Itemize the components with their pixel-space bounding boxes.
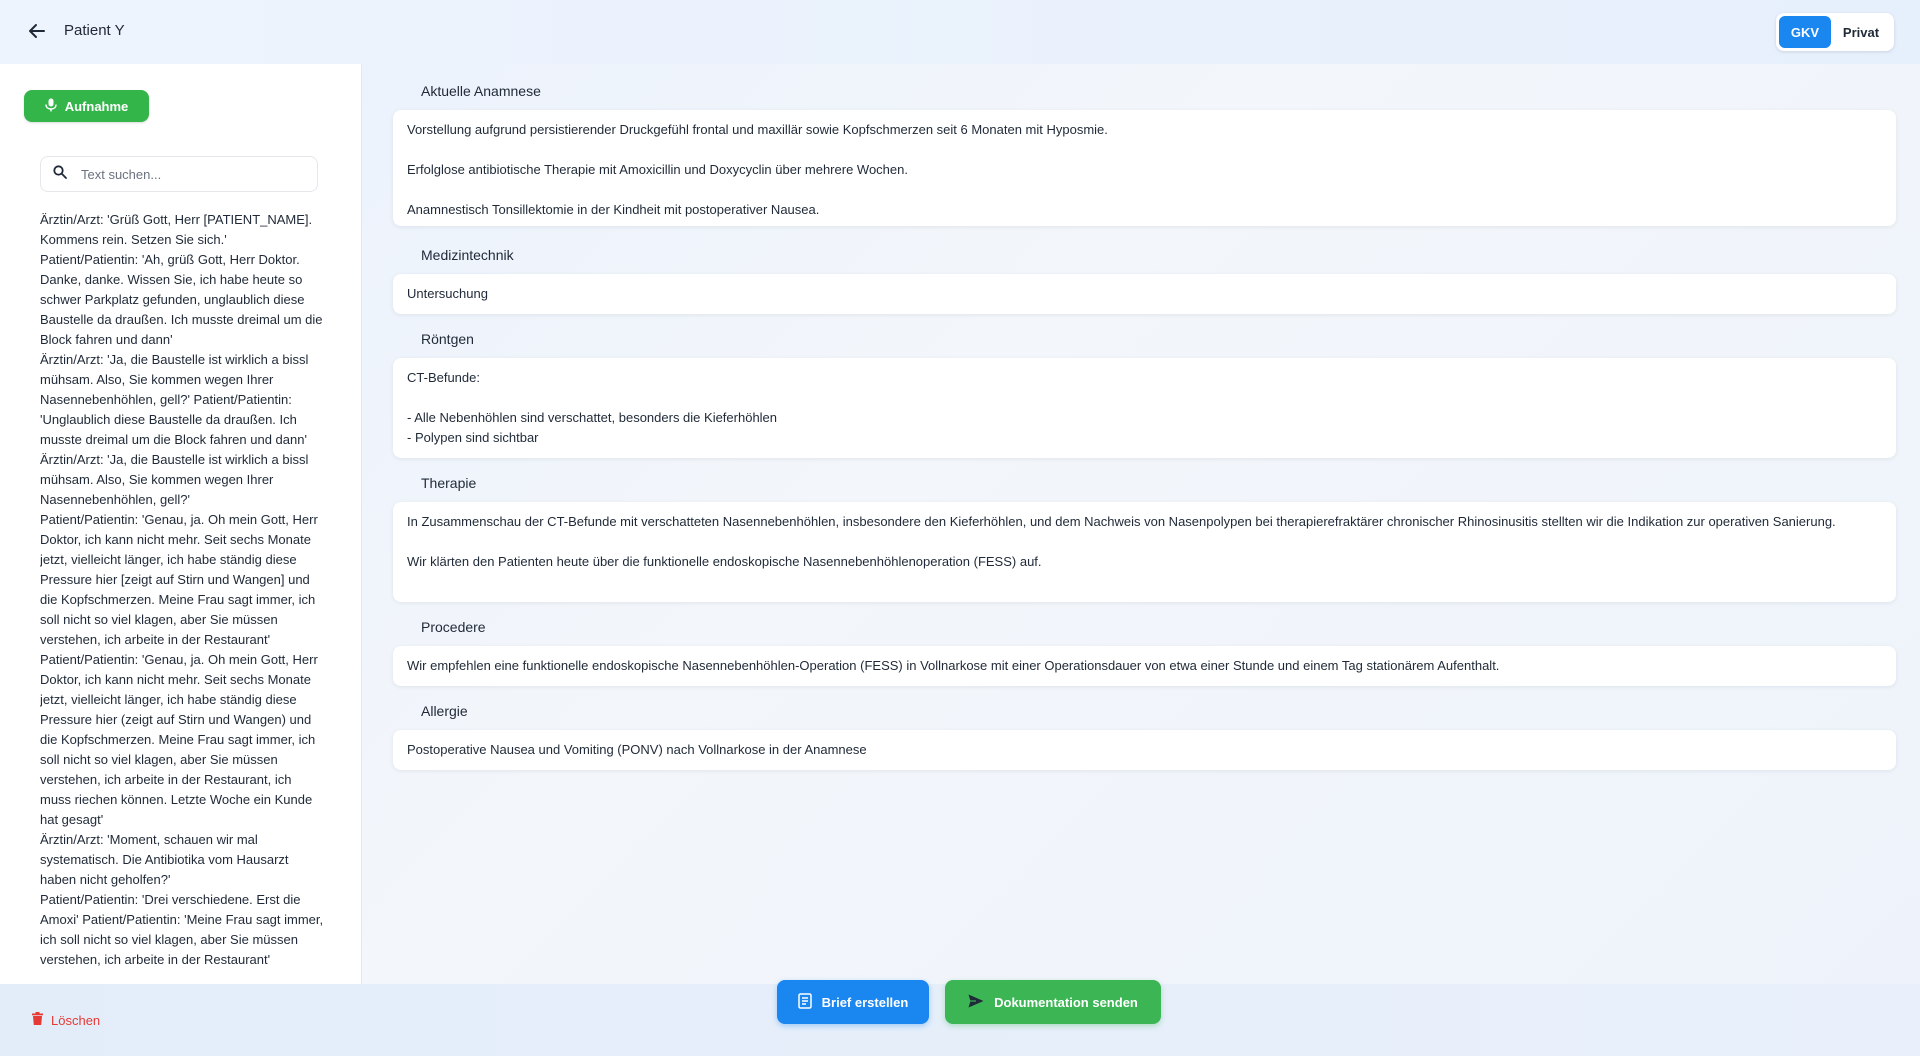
transcript-sidebar: Aufnahme Ärztin/Arzt: 'Grüß Gott, Herr [… — [0, 64, 362, 984]
delete-button[interactable]: Löschen — [32, 1012, 100, 1028]
transcript-text: Ärztin/Arzt: 'Grüß Gott, Herr [PATIENT_N… — [40, 210, 326, 984]
transcript-line: Ärztin/Arzt: 'Grüß Gott, Herr [PATIENT_N… — [40, 212, 313, 247]
send-icon — [968, 994, 984, 1011]
section-title-procedere: Procedere — [421, 619, 486, 635]
section-title-roentgen: Röntgen — [421, 331, 474, 347]
transcript-line: Patient/Patientin: 'Genau, ja. Oh mein G… — [40, 512, 318, 827]
section-title-therapie: Therapie — [421, 475, 477, 491]
section-field-roentgen[interactable]: CT-Befunde: - Alle Nebenhöhlen sind vers… — [393, 358, 1896, 458]
section-field-allergie[interactable]: Postoperative Nausea und Vomiting (PONV)… — [393, 730, 1896, 770]
create-letter-button[interactable]: Brief erstellen — [777, 980, 929, 1024]
insurance-option-privat[interactable]: Privat — [1831, 16, 1891, 48]
search-input[interactable] — [81, 166, 301, 182]
top-bar: Patient Y GKV Privat — [0, 0, 1920, 64]
section-field-therapie[interactable]: In Zusammenschau der CT-Befunde mit vers… — [393, 502, 1896, 602]
send-documentation-label: Dokumentation senden — [994, 994, 1138, 1010]
transcript-line: Ärztin/Arzt: 'Moment, schauen wir mal sy… — [40, 832, 289, 887]
microphone-icon — [45, 98, 57, 115]
send-documentation-button[interactable]: Dokumentation senden — [945, 980, 1161, 1024]
section-field-procedere[interactable]: Wir empfehlen eine funktionelle endoskop… — [393, 646, 1896, 686]
document-icon — [797, 992, 812, 1012]
section-field-anamnese[interactable]: Vorstellung aufgrund persistierender Dru… — [393, 110, 1896, 226]
back-button[interactable] — [22, 18, 52, 48]
section-field-medizintechnik[interactable]: Untersuchung — [393, 274, 1896, 314]
patient-name: Patient Y — [64, 22, 125, 39]
arrow-left-icon — [28, 22, 46, 45]
section-title-anamnese: Aktuelle Anamnese — [421, 83, 541, 99]
delete-button-label: Löschen — [51, 1012, 101, 1028]
section-title-allergie: Allergie — [421, 703, 468, 719]
transcript-line: Ärztin/Arzt: 'Ja, die Baustelle ist wirk… — [40, 352, 309, 447]
record-button-label: Aufnahme — [64, 98, 129, 114]
insurance-option-gkv[interactable]: GKV — [1779, 16, 1831, 48]
transcript-line: Ärztin/Arzt: 'Ja, die Baustelle ist wirk… — [40, 452, 309, 507]
record-button[interactable]: Aufnahme — [24, 90, 149, 122]
transcript-line: Patient/Patientin: 'Drei verschiedene. E… — [40, 892, 324, 967]
section-title-medizintechnik: Medizintechnik — [421, 247, 514, 263]
documentation-panel: Aktuelle Anamnese Vorstellung aufgrund p… — [363, 64, 1920, 984]
search-icon — [53, 164, 67, 184]
transcript-line: Patient/Patientin: 'Ah, grüß Gott, Herr … — [40, 252, 323, 347]
transcript-search — [40, 156, 318, 192]
trash-icon — [32, 1012, 43, 1028]
insurance-toggle: GKV Privat — [1776, 13, 1894, 51]
create-letter-label: Brief erstellen — [821, 994, 909, 1010]
